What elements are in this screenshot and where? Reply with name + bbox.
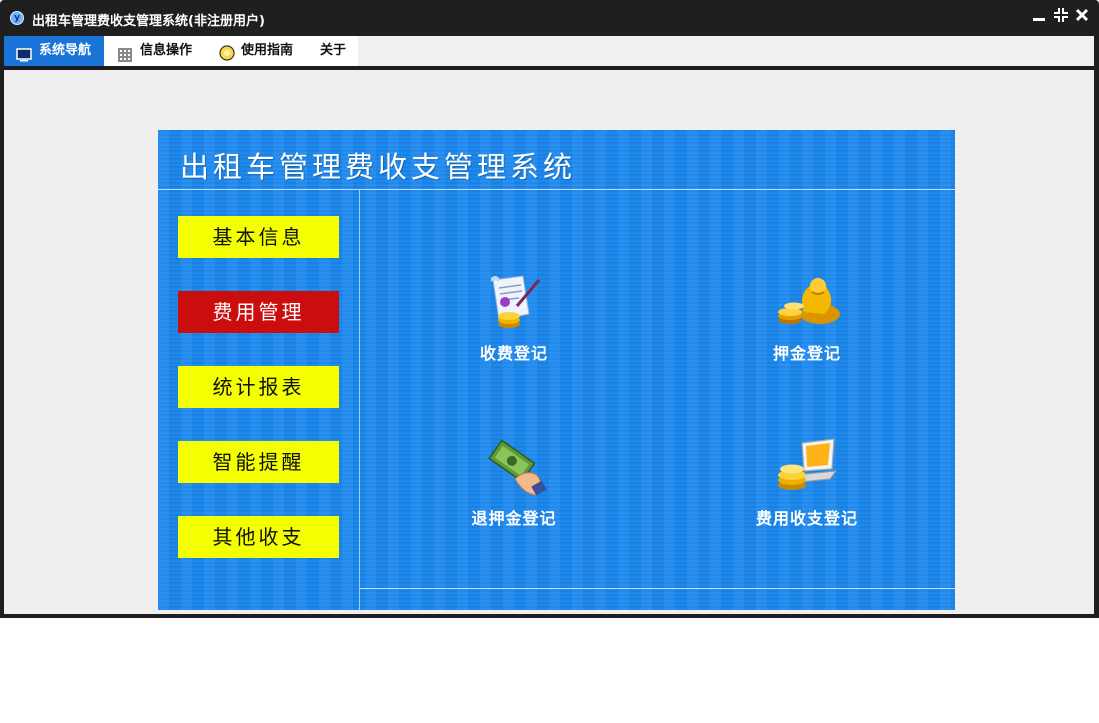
function-label: 押金登记 <box>772 344 841 363</box>
menu-label: 信息操作 <box>140 43 193 58</box>
minimize-icon[interactable] <box>1030 8 1048 26</box>
title-divider <box>158 189 955 190</box>
nav-other-income-button[interactable]: 其他收支 <box>178 516 339 558</box>
title-bar[interactable]: y 出租车管理费收支管理系统(非注册用户) <box>0 0 1099 36</box>
menu-system-nav[interactable]: 系统导航 <box>4 36 104 66</box>
app-window: y 出租车管理费收支管理系统(非注册用户) 系统导航 信息操作 使用指南 关于 … <box>0 0 1099 618</box>
menu-bar: 系统导航 信息操作 使用指南 关于 <box>4 36 1094 66</box>
coins-laptop-icon <box>778 438 838 490</box>
menu-label: 使用指南 <box>241 43 294 58</box>
nav-basic-info-button[interactable]: 基本信息 <box>178 216 339 258</box>
bottom-divider <box>360 588 955 589</box>
close-icon[interactable] <box>1073 8 1091 26</box>
panel-title: 出租车管理费收支管理系统 <box>180 150 577 184</box>
receipt-scroll-icon <box>491 275 541 328</box>
app-logo-icon: y <box>10 11 24 25</box>
nav-fee-management-button[interactable]: 费用管理 <box>178 291 339 333</box>
column-divider <box>359 190 360 610</box>
menu-about[interactable]: 关于 <box>306 36 358 66</box>
expense-income-registration-button[interactable]: 费用收支登记 <box>732 435 882 529</box>
function-label: 费用收支登记 <box>755 509 858 528</box>
deposit-refund-button[interactable]: 退押金登记 <box>439 435 589 529</box>
fee-registration-button[interactable]: 收费登记 <box>439 270 589 364</box>
menu-info-ops[interactable]: 信息操作 <box>104 36 206 66</box>
deposit-registration-button[interactable]: 押金登记 <box>732 270 882 364</box>
nav-statistics-report-button[interactable]: 统计报表 <box>178 366 339 408</box>
restore-icon[interactable] <box>1052 8 1070 26</box>
client-area: 出租车管理费收支管理系统 基本信息 费用管理 统计报表 智能提醒 其他收支 收费… <box>4 70 1094 614</box>
function-label: 收费登记 <box>479 344 548 363</box>
menu-label: 系统导航 <box>39 43 92 58</box>
menu-label: 关于 <box>320 43 347 58</box>
nav-smart-reminder-button[interactable]: 智能提醒 <box>178 441 339 483</box>
function-label: 退押金登记 <box>471 509 557 528</box>
cash-refund-icon <box>488 439 547 496</box>
money-bag-icon <box>778 278 840 324</box>
navigation-panel: 出租车管理费收支管理系统 基本信息 费用管理 统计报表 智能提醒 其他收支 收费… <box>158 130 955 610</box>
menu-guide[interactable]: 使用指南 <box>206 36 306 66</box>
window-title: 出租车管理费收支管理系统(非注册用户) <box>32 14 265 29</box>
